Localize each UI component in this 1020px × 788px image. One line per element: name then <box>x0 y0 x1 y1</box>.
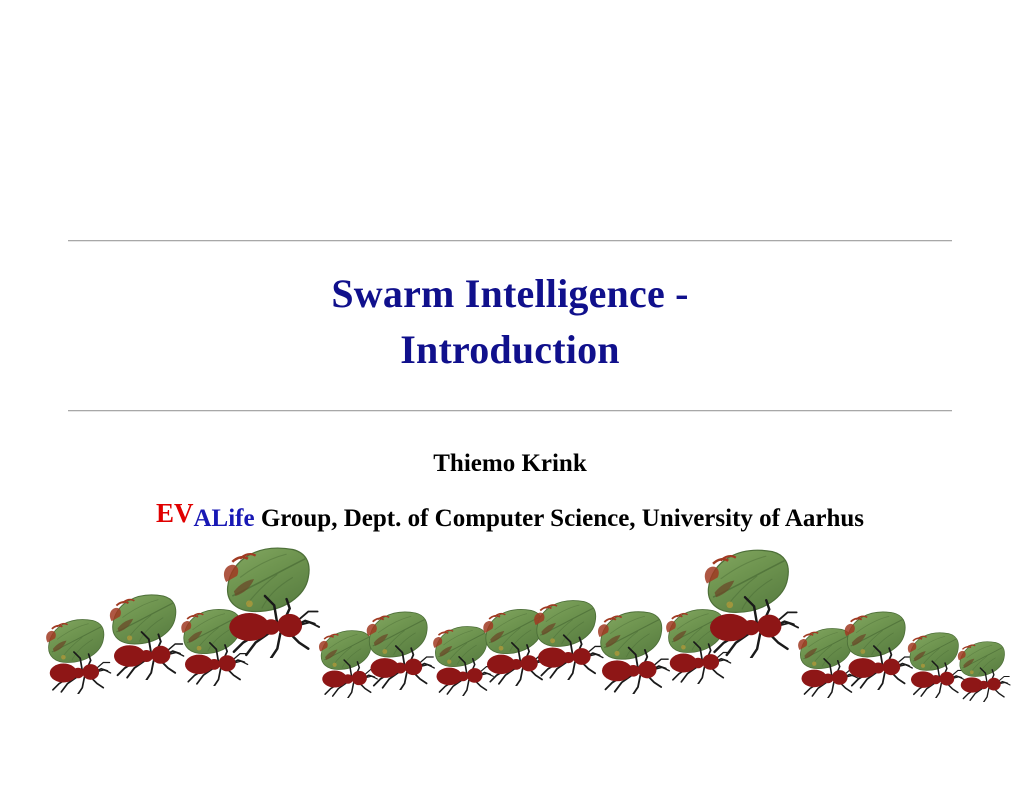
ant-icon <box>223 547 321 658</box>
leaf-icon <box>534 600 597 647</box>
divider-bottom <box>68 410 952 411</box>
leafcutter-ant <box>212 540 324 658</box>
page-title: Swarm Intelligence - Introduction <box>0 266 1020 378</box>
slide-canvas: Swarm Intelligence - Introduction Thiemo… <box>0 0 1020 788</box>
leaf-icon <box>598 611 663 660</box>
leaf-icon <box>704 549 789 614</box>
divider-top <box>68 240 952 241</box>
title-line-1: Swarm Intelligence - <box>331 271 689 316</box>
evalife-logo-ev: EV <box>155 498 194 528</box>
affiliation-rest: Group, Dept. of Computer Science, Univer… <box>254 505 865 532</box>
leafcutter-ant-parade <box>0 547 1020 710</box>
leafcutter-ant <box>951 637 1012 702</box>
evalife-logo-life: Life <box>211 505 255 532</box>
title-line-2: Introduction <box>400 327 620 372</box>
leaf-icon <box>46 619 105 663</box>
leaf-icon <box>223 547 310 613</box>
leaf-icon <box>366 611 428 658</box>
leaf-icon <box>957 641 1005 677</box>
ant-icon <box>704 549 800 658</box>
author-name: Thiemo Krink <box>433 450 587 477</box>
ant-icon <box>957 641 1011 702</box>
evalife-logo-a: A <box>193 505 212 532</box>
affiliation-line: EVALife Group, Dept. of Computer Science… <box>0 498 1020 536</box>
leafcutter-ant <box>693 542 802 658</box>
leaf-icon <box>109 594 177 645</box>
leaf-icon <box>844 611 906 658</box>
